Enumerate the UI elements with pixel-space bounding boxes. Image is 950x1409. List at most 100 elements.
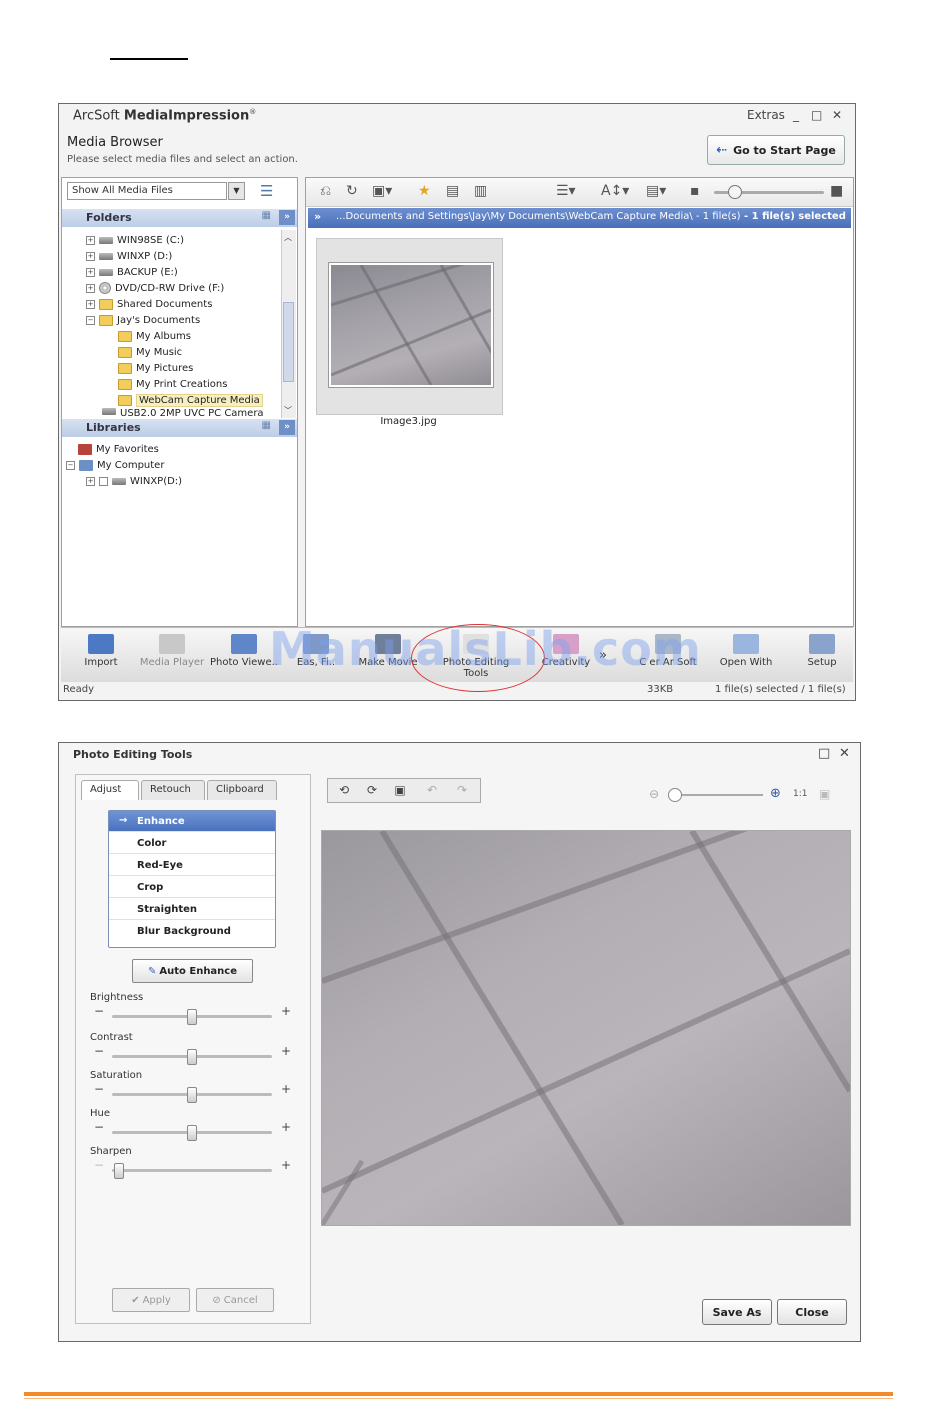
slider-knob[interactable] xyxy=(668,788,682,802)
zoom-in-icon[interactable]: ⊕ xyxy=(770,786,781,801)
tab-retouch[interactable]: Retouch xyxy=(141,780,205,800)
tree-item[interactable]: My Pictures xyxy=(118,360,193,376)
folders-header[interactable]: Folders ▦ » xyxy=(62,209,297,227)
chevron-up-icon[interactable]: ︿ xyxy=(284,232,292,243)
increase-icon[interactable]: + xyxy=(281,1120,291,1134)
media-filter-select[interactable]: Show All Media Files xyxy=(67,182,227,200)
libraries-header[interactable]: Libraries ▦ » xyxy=(62,419,297,437)
library-item[interactable]: − My Computer xyxy=(66,457,164,473)
undo-icon[interactable]: ↶ xyxy=(422,783,442,799)
close-icon[interactable]: ✕ xyxy=(839,746,850,761)
slider-knob[interactable] xyxy=(187,1009,197,1025)
thumbnail-item[interactable] xyxy=(316,238,503,415)
folder-icon xyxy=(118,394,132,406)
tree-item[interactable]: My Albums xyxy=(118,328,191,344)
star-icon[interactable]: ★ xyxy=(418,183,431,199)
go-to-start-page-button[interactable]: ⇠ Go to Start Page xyxy=(707,135,845,165)
folder-scrollbar[interactable]: ︿ ﹀ xyxy=(281,230,296,418)
tree-item[interactable]: + BACKUP (E:) xyxy=(86,264,178,280)
save-as-button[interactable]: Save As xyxy=(702,1299,772,1325)
rotate-right-icon[interactable]: ↻ xyxy=(346,183,358,199)
menu-item-red-eye[interactable]: Red-Eye xyxy=(109,855,275,876)
library-item[interactable]: My Favorites xyxy=(78,441,159,457)
tree-item-selected[interactable]: WebCam Capture Media xyxy=(118,392,263,408)
maximize-icon[interactable]: □ xyxy=(818,746,830,761)
zoom-out-icon[interactable]: ⊖ xyxy=(649,787,659,801)
menu-item-enhance[interactable]: → Enhance xyxy=(109,811,275,832)
cancel-button[interactable]: ⊘ Cancel xyxy=(196,1288,274,1312)
close-button[interactable]: Close xyxy=(777,1299,847,1325)
decrease-icon[interactable]: − xyxy=(94,1158,104,1172)
increase-icon[interactable]: + xyxy=(281,1082,291,1096)
slider-knob[interactable] xyxy=(114,1163,124,1179)
auto-enhance-button[interactable]: ✎ Auto Enhance xyxy=(132,959,253,983)
expand-icon[interactable]: » xyxy=(314,210,321,223)
media-player-button[interactable]: Media Player xyxy=(137,634,207,668)
decrease-icon[interactable]: − xyxy=(94,1082,104,1096)
tree-item[interactable]: + Shared Documents xyxy=(86,296,212,312)
redo-icon[interactable]: ↷ xyxy=(452,783,472,799)
filter-options-icon[interactable]: ☰ xyxy=(260,182,273,200)
grid-large-icon[interactable]: ■ xyxy=(830,183,843,199)
library-item[interactable]: + WINXP(D:) xyxy=(86,473,182,489)
decrease-icon[interactable]: − xyxy=(94,1004,104,1018)
status-files: 1 file(s) selected / 1 file(s) xyxy=(715,684,846,695)
slider-knob[interactable] xyxy=(187,1125,197,1141)
details-icon[interactable]: ▤▾ xyxy=(646,183,666,199)
sharpen-slider[interactable] xyxy=(112,1169,272,1172)
rotate-right-icon[interactable]: ⟳ xyxy=(362,783,382,799)
expand-icon[interactable]: » xyxy=(279,420,295,435)
thumbnail-image[interactable] xyxy=(329,263,493,387)
increase-icon[interactable]: + xyxy=(281,1004,291,1018)
chevron-down-icon[interactable]: ﹀ xyxy=(284,405,292,416)
delete-icon[interactable]: ▥ xyxy=(474,183,487,199)
image-preview[interactable] xyxy=(321,830,851,1226)
tree-item[interactable]: + WIN98SE (C:) xyxy=(86,232,184,248)
fit-to-window-icon[interactable]: ▣ xyxy=(819,787,830,801)
actual-size-button[interactable]: 1:1 xyxy=(793,789,807,799)
tree-item[interactable]: My Print Creations xyxy=(118,376,227,392)
close-icon[interactable]: ✕ xyxy=(832,108,842,122)
slider-knob[interactable] xyxy=(728,185,742,199)
setup-button[interactable]: Setup xyxy=(787,634,857,668)
list-view-icon[interactable]: ▦ xyxy=(262,210,271,221)
folder-icon xyxy=(118,346,132,358)
view-mode-icon[interactable]: ☰▾ xyxy=(556,183,576,199)
slider-knob[interactable] xyxy=(187,1087,197,1103)
slider-knob[interactable] xyxy=(187,1049,197,1065)
tree-item[interactable]: USB2.0 2MP UVC PC Camera xyxy=(102,408,264,416)
menu-item-crop[interactable]: Crop xyxy=(109,877,275,898)
expand-icon[interactable]: » xyxy=(279,210,295,225)
checkbox[interactable] xyxy=(99,476,108,486)
tab-adjust[interactable]: Adjust xyxy=(81,780,139,800)
sort-icon[interactable]: A↕▾ xyxy=(601,183,629,199)
menu-item-color[interactable]: Color xyxy=(109,833,275,854)
open-with-button[interactable]: Open With xyxy=(711,634,781,668)
extras-menu[interactable]: Extras xyxy=(747,108,785,122)
list-view-icon[interactable]: ▦ xyxy=(262,420,271,431)
compare-icon[interactable]: ▣ xyxy=(390,783,410,799)
rotate-left-icon[interactable]: ⟲ xyxy=(334,783,354,799)
tree-item[interactable]: + DVD/CD-RW Drive (F:) xyxy=(86,280,224,296)
increase-icon[interactable]: + xyxy=(281,1044,291,1058)
apply-button[interactable]: ✔ Apply xyxy=(112,1288,190,1312)
tag-icon[interactable]: ▤ xyxy=(446,183,459,199)
maximize-icon[interactable]: □ xyxy=(811,108,822,122)
menu-item-blur-background[interactable]: Blur Background xyxy=(109,921,275,942)
tree-item[interactable]: My Music xyxy=(118,344,182,360)
minimize-icon[interactable]: _ xyxy=(793,108,799,122)
import-button[interactable]: Import xyxy=(66,634,136,668)
zoom-slider[interactable] xyxy=(675,794,763,796)
increase-icon[interactable]: + xyxy=(281,1158,291,1172)
tab-clipboard[interactable]: Clipboard xyxy=(207,780,277,800)
grid-small-icon[interactable]: ▪ xyxy=(690,183,700,199)
slideshow-icon[interactable]: ▣▾ xyxy=(372,183,392,199)
decrease-icon[interactable]: − xyxy=(94,1044,104,1058)
tree-item[interactable]: + WINXP (D:) xyxy=(86,248,172,264)
chevron-down-icon[interactable]: ▼ xyxy=(228,182,245,200)
tree-item[interactable]: − Jay's Documents xyxy=(86,312,200,328)
scroll-thumb[interactable] xyxy=(283,302,294,382)
menu-item-straighten[interactable]: Straighten xyxy=(109,899,275,920)
rotate-left-icon[interactable]: ⎌ xyxy=(320,183,331,199)
decrease-icon[interactable]: − xyxy=(94,1120,104,1134)
